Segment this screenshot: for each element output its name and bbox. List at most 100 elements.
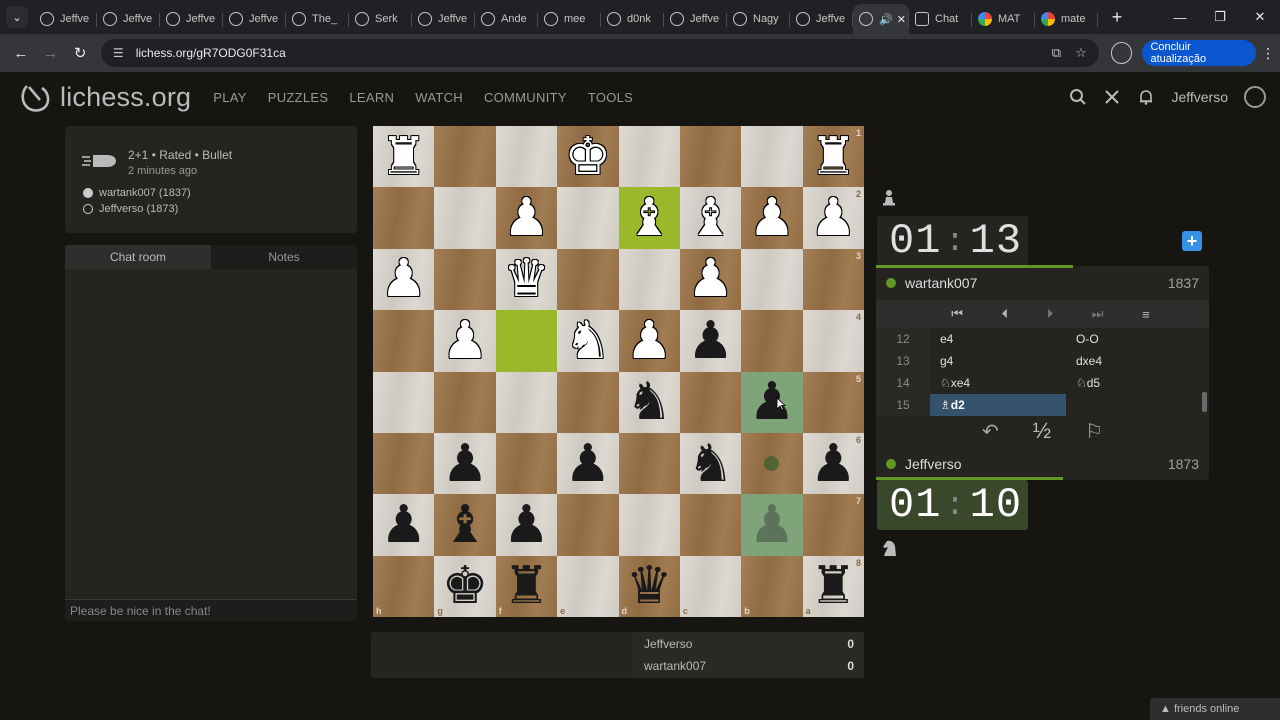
board-square[interactable]: ♟ bbox=[741, 371, 803, 433]
friends-online-button[interactable]: ▲ friends online bbox=[1150, 698, 1280, 720]
board-square[interactable]: ♟ 2 bbox=[802, 187, 864, 249]
nav-item-play[interactable]: PLAY bbox=[213, 90, 246, 105]
install-app-icon[interactable]: ⧉ bbox=[1052, 45, 1061, 61]
close-tab-icon[interactable]: ✕ bbox=[897, 13, 906, 26]
board-square[interactable]: ♟ bbox=[679, 310, 742, 372]
board-square[interactable]: ♟ bbox=[373, 248, 435, 311]
black-pawn-icon[interactable]: ♟ bbox=[749, 499, 796, 551]
tab-notes[interactable]: Notes bbox=[211, 245, 357, 269]
board-square[interactable] bbox=[557, 371, 619, 433]
board-square[interactable] bbox=[434, 126, 496, 188]
board-square[interactable]: c bbox=[679, 555, 742, 617]
browser-tab[interactable]: mate bbox=[1035, 4, 1098, 34]
black-pawn-icon[interactable]: ♟ bbox=[380, 499, 427, 551]
next-move-icon[interactable]: ⏵ bbox=[1047, 306, 1054, 322]
move-list-scrollbar[interactable] bbox=[1202, 392, 1207, 412]
black-rook-icon[interactable]: ♜ bbox=[810, 560, 857, 612]
board-square[interactable]: ♞ bbox=[679, 432, 742, 495]
board-square[interactable]: ♟ bbox=[679, 248, 742, 311]
board-square[interactable]: ♜ 1 bbox=[802, 126, 864, 188]
audio-icon[interactable]: 🔊 bbox=[879, 13, 893, 26]
black-knight-icon[interactable]: ♞ bbox=[626, 376, 673, 428]
board-square[interactable]: ♞ bbox=[557, 310, 619, 372]
board-square[interactable]: ♚ bbox=[557, 126, 619, 188]
notification-bell-icon[interactable] bbox=[1137, 88, 1155, 106]
black-move[interactable] bbox=[1066, 394, 1202, 416]
board-square[interactable]: ♝ bbox=[434, 494, 496, 556]
new-tab-button[interactable]: + bbox=[1104, 4, 1130, 30]
tab-chat-room[interactable]: Chat room bbox=[65, 245, 211, 269]
black-pawn-icon[interactable]: ♟ bbox=[442, 438, 489, 490]
board-square[interactable] bbox=[434, 248, 496, 311]
chess-board[interactable]: ♜ ♚ ♜ 1 ♟ ♝ ♝ ♟ ♟ 2 ♟ ♛ ♟ 3 ♟ ♞ ♟ ♟ 4 ♞ ♟ 5 ♟ ♟ ♞ ♟ 6 ♟ ♝ ♟ ♟ 7 h ♚ g ♜ f e ♛ d… bbox=[373, 126, 864, 617]
white-bishop-icon[interactable]: ♝ bbox=[687, 192, 734, 244]
board-square[interactable] bbox=[373, 432, 435, 495]
board-square[interactable]: ♟ bbox=[618, 310, 680, 372]
white-move[interactable]: ♗d2 bbox=[930, 394, 1066, 416]
board-square[interactable]: ♚ g bbox=[434, 555, 496, 617]
black-move[interactable]: O-O bbox=[1066, 328, 1202, 350]
username-link[interactable]: Jeffverso bbox=[1171, 89, 1228, 105]
board-square[interactable] bbox=[741, 432, 803, 495]
white-move[interactable]: ♘xe4 bbox=[930, 372, 1066, 394]
board-square[interactable]: ♟ bbox=[495, 494, 558, 556]
board-square[interactable] bbox=[557, 187, 619, 249]
white-pawn-icon[interactable]: ♟ bbox=[749, 192, 796, 244]
black-move[interactable]: dxe4 bbox=[1066, 350, 1202, 372]
browser-menu-icon[interactable]: ⋮ bbox=[1256, 45, 1280, 62]
board-square[interactable] bbox=[373, 310, 435, 372]
white-player[interactable]: wartank007 (1837) bbox=[83, 187, 191, 199]
board-square[interactable] bbox=[679, 371, 742, 433]
board-square[interactable]: ♟ bbox=[741, 187, 803, 249]
nav-item-tools[interactable]: TOOLS bbox=[588, 90, 633, 105]
board-square[interactable] bbox=[495, 371, 558, 433]
board-square[interactable]: e bbox=[557, 555, 619, 617]
board-square[interactable]: ♟ bbox=[373, 494, 435, 556]
white-pawn-icon[interactable]: ♟ bbox=[626, 315, 673, 367]
board-square[interactable]: ♜ f bbox=[495, 555, 558, 617]
browser-tab[interactable]: Nagy bbox=[727, 4, 790, 34]
board-square[interactable]: ♟ bbox=[741, 494, 803, 556]
white-pawn-icon[interactable]: ♟ bbox=[503, 192, 550, 244]
board-square[interactable]: ♟ 6 bbox=[802, 432, 864, 495]
board-square[interactable]: ♟ bbox=[434, 310, 496, 372]
board-square[interactable] bbox=[495, 126, 558, 188]
browser-tab[interactable]: Serk bbox=[349, 4, 412, 34]
black-king-icon[interactable]: ♚ bbox=[442, 560, 489, 612]
crosstable-row[interactable]: Jeffverso 0 bbox=[644, 637, 854, 651]
browser-tab[interactable]: Jeffve bbox=[664, 4, 727, 34]
offer-draw-button[interactable]: ½ bbox=[1033, 418, 1051, 444]
white-queen-icon[interactable]: ♛ bbox=[503, 253, 550, 305]
swords-icon[interactable] bbox=[1103, 88, 1121, 106]
board-square[interactable] bbox=[434, 187, 496, 249]
browser-tab[interactable]: The_ bbox=[286, 4, 349, 34]
white-pawn-icon[interactable]: ♟ bbox=[687, 253, 734, 305]
board-square[interactable]: 4 bbox=[802, 310, 864, 372]
board-square[interactable]: ♛ d bbox=[618, 555, 680, 617]
white-knight-icon[interactable]: ♞ bbox=[565, 315, 612, 367]
board-square[interactable]: ♛ bbox=[495, 248, 558, 311]
chat-input[interactable]: Please be nice in the chat! bbox=[65, 599, 357, 621]
white-rook-icon[interactable]: ♜ bbox=[380, 131, 427, 183]
browser-tab[interactable]: Ande bbox=[475, 4, 538, 34]
browser-tab[interactable]: d0nk bbox=[601, 4, 664, 34]
board-square[interactable]: ♝ bbox=[679, 187, 742, 249]
black-pawn-icon[interactable]: ♟ bbox=[565, 438, 612, 490]
give-time-button[interactable]: + bbox=[1182, 231, 1202, 251]
board-square[interactable]: ♟ bbox=[557, 432, 619, 495]
active-browser-tab[interactable]: 🔊 ✕ bbox=[853, 4, 909, 34]
back-icon[interactable]: ← bbox=[6, 38, 36, 68]
board-square[interactable] bbox=[618, 248, 680, 311]
black-pawn-icon[interactable]: ♟ bbox=[810, 438, 857, 490]
white-king-icon[interactable]: ♚ bbox=[565, 131, 612, 183]
board-square[interactable] bbox=[741, 248, 803, 311]
nav-item-learn[interactable]: LEARN bbox=[349, 90, 394, 105]
board-square[interactable] bbox=[679, 494, 742, 556]
black-move[interactable]: ♘d5 bbox=[1066, 372, 1202, 394]
last-move-icon[interactable]: ⏭ bbox=[1092, 306, 1104, 322]
white-move[interactable]: g4 bbox=[930, 350, 1066, 372]
white-pawn-icon[interactable]: ♟ bbox=[442, 315, 489, 367]
board-square[interactable]: ♝ bbox=[618, 187, 680, 249]
board-square[interactable]: ♟ bbox=[434, 432, 496, 495]
browser-tab[interactable]: Jeffve bbox=[223, 4, 286, 34]
